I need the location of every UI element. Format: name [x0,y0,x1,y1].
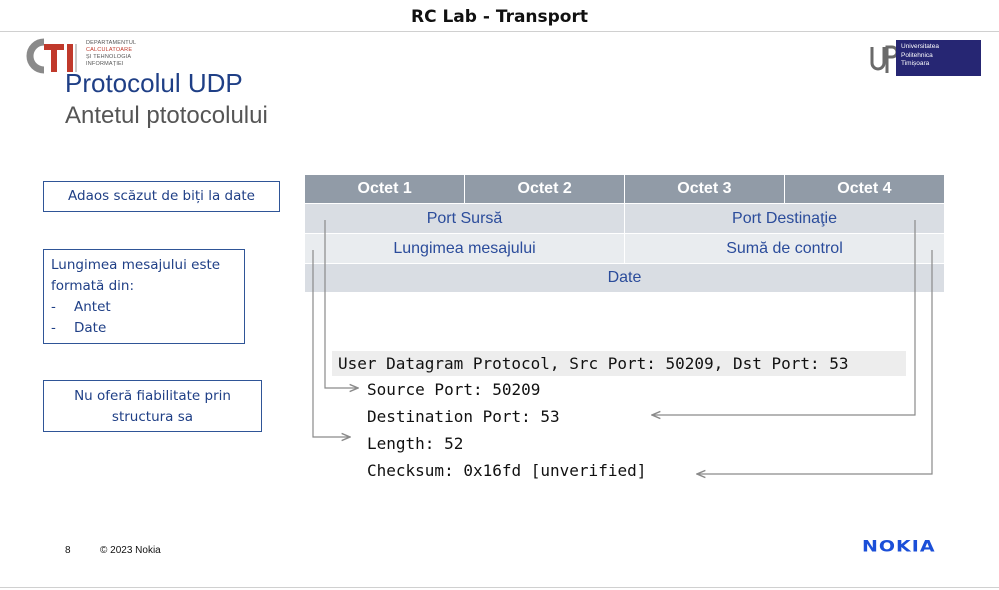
checksum-arrow [697,250,933,474]
length-arrow [312,250,350,437]
connector-arrows [312,220,933,590]
bottom-divider [0,587,999,588]
copyright: © 2023 Nokia [100,545,161,556]
nokia-logo: NOKIA [862,537,936,556]
source-port-arrow [324,220,358,388]
page-number: 8 [65,545,71,556]
destination-port-arrow [652,220,916,415]
